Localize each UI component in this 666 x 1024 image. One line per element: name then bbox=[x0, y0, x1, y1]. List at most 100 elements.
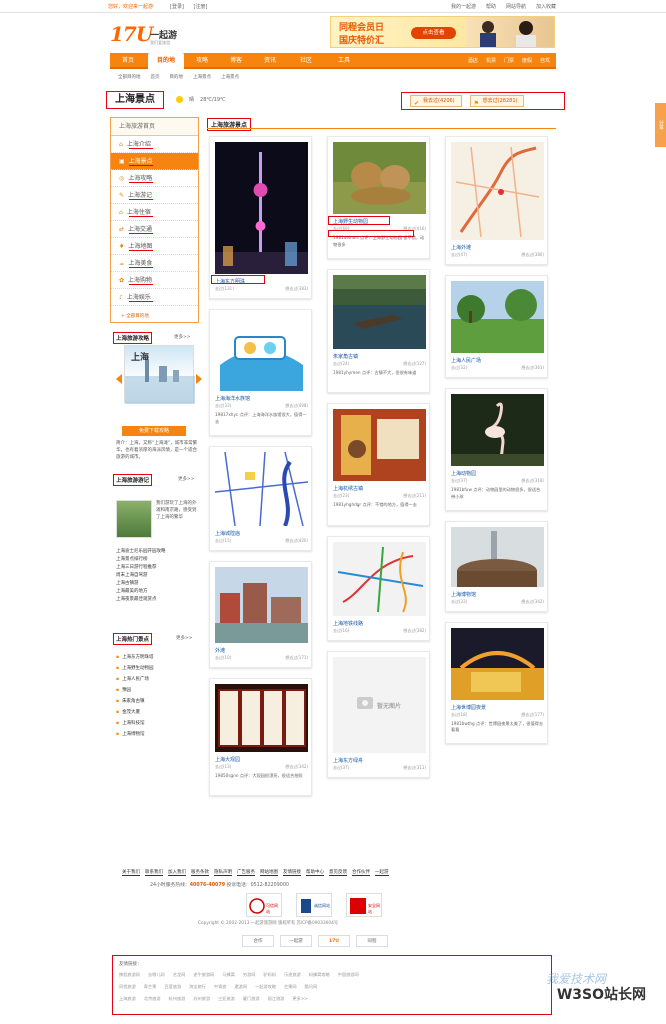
friend-link[interactable]: 同程旅游 bbox=[119, 984, 136, 990]
attraction-card[interactable]: 上海地铁线路 去过(16) 想去过(382) bbox=[327, 535, 430, 641]
attraction-name[interactable]: 上海大观园 bbox=[215, 756, 240, 763]
journal-more-link[interactable]: 更多>> bbox=[178, 476, 195, 482]
attraction-name[interactable]: 上海城隍庙 bbox=[215, 530, 240, 537]
hot-attraction-link[interactable]: 上海科技馆 bbox=[116, 718, 154, 729]
nav-right-vacation[interactable]: 度假 bbox=[522, 53, 532, 69]
footer-link[interactable]: 加入我们 bbox=[168, 869, 186, 876]
attraction-name[interactable]: 上海东方绿舟 bbox=[333, 757, 363, 764]
footer-link[interactable]: 广告服务 bbox=[237, 869, 255, 876]
attraction-card[interactable]: 上海城隍庙 去过(15) 想去过(420) bbox=[209, 445, 312, 551]
hot-attraction-link[interactable]: 上海博物馆 bbox=[116, 729, 154, 740]
nav-community[interactable]: 社区 bbox=[290, 53, 322, 69]
nav-guide[interactable]: 攻略 bbox=[188, 53, 216, 69]
breadcrumb-item[interactable]: 全部目的地 bbox=[118, 74, 141, 80]
partner-logo[interactable]: 17U bbox=[318, 935, 350, 947]
sidebar-item[interactable]: ⇄ 上海交通 bbox=[111, 221, 198, 238]
attraction-photo[interactable] bbox=[451, 526, 544, 587]
share-side-tab[interactable]: 分享 bbox=[655, 103, 666, 147]
journal-link[interactable]: 周末上海自驾游 bbox=[116, 572, 166, 580]
top-link-favorite[interactable]: 加入收藏 bbox=[536, 3, 556, 10]
partner-logo[interactable]: 一起游 bbox=[280, 935, 312, 947]
promo-button[interactable]: 点击查看 bbox=[411, 27, 456, 39]
attraction-card[interactable]: 上海世博园夜景 去过(18) 想去过(177) 1981bwthg 点评：世博园夜景太… bbox=[445, 621, 548, 744]
footer-link[interactable]: 服务条款 bbox=[191, 869, 209, 876]
friend-link[interactable]: 穷游网 bbox=[243, 972, 256, 978]
sidebar-head[interactable]: 上海旅游首页 bbox=[111, 118, 198, 136]
friend-link[interactable]: 遨游网 bbox=[234, 984, 247, 990]
breadcrumb-item[interactable]: 目的地 bbox=[170, 74, 184, 80]
friend-link[interactable]: 艺龙网 bbox=[173, 972, 186, 978]
friend-link[interactable]: 中国旅游网 bbox=[338, 972, 359, 978]
hot-attraction-link[interactable]: 上海东方明珠塔 bbox=[116, 652, 154, 663]
friend-link[interactable]: 杭州旅游 bbox=[169, 996, 186, 1002]
journal-feature[interactable]: 我们游玩了上海的外滩和南京路，感受到了上海的繁华 bbox=[156, 500, 198, 521]
attraction-photo[interactable]: 暂无图片 bbox=[333, 656, 426, 753]
hot-attraction-link[interactable]: 金茂大厦 bbox=[116, 707, 154, 718]
hot-attraction-link[interactable]: 朱家角古镇 bbox=[116, 696, 154, 707]
attraction-photo[interactable] bbox=[451, 281, 544, 353]
nav-right-ticket[interactable]: 门票 bbox=[504, 53, 514, 69]
friend-link[interactable]: 丽江旅游 bbox=[268, 996, 285, 1002]
friend-link[interactable]: 厦门旅游 bbox=[243, 996, 260, 1002]
hot-more-link[interactable]: 更多>> bbox=[176, 635, 193, 641]
friend-link[interactable]: 北京旅游 bbox=[144, 996, 161, 1002]
attraction-name[interactable]: 朱家角古镇 bbox=[333, 353, 358, 360]
sidebar-item[interactable]: ◎ 上海攻略 bbox=[111, 170, 198, 187]
footer-link[interactable]: 网站地图 bbox=[260, 869, 278, 876]
friend-link[interactable]: 苏州旅游 bbox=[193, 996, 210, 1002]
footer-link[interactable]: 意见反馈 bbox=[329, 869, 347, 876]
hot-attraction-link[interactable]: 上海野生动物园 bbox=[116, 663, 154, 674]
download-guide-button[interactable]: 免费下载攻略 bbox=[122, 426, 186, 436]
friend-link[interactable]: 乐途旅游 bbox=[284, 972, 301, 978]
attraction-photo[interactable] bbox=[451, 627, 544, 700]
nav-tools[interactable]: 工具 bbox=[328, 53, 360, 69]
nav-news[interactable]: 资讯 bbox=[256, 53, 284, 69]
attraction-card[interactable]: 上海大观园 去过(13) 想去过(342) 19850sgnn 点评：大观园很漂亮，很… bbox=[209, 677, 312, 796]
attraction-name[interactable]: 上海人民广场 bbox=[451, 357, 481, 364]
site-logo[interactable]: 17U 一起游 我们爱旅游 bbox=[110, 22, 190, 50]
sidebar-item[interactable]: ✿ 上海购物 bbox=[111, 272, 198, 289]
attraction-name[interactable]: 上海杭绣古镇 bbox=[333, 485, 363, 492]
nav-right-hotel[interactable]: 酒店 bbox=[468, 53, 478, 69]
attraction-name[interactable]: 上海地铁线路 bbox=[333, 620, 363, 627]
attraction-name[interactable]: 上海世博园夜景 bbox=[451, 704, 486, 711]
attraction-card[interactable]: 上海人民广场 去过(32) 想去过(361) bbox=[445, 275, 548, 378]
attraction-name[interactable]: 上海博物馆 bbox=[451, 591, 476, 598]
attraction-card[interactable]: 上海动物园 去过(37) 想去过(318) 1981bfuw 点评：动物园里的动物很多… bbox=[445, 388, 548, 511]
badge-secure[interactable]: 安全网站 bbox=[346, 893, 382, 917]
top-link-help[interactable]: 帮助 bbox=[486, 3, 496, 10]
sidebar-item[interactable]: ☕ 上海美食 bbox=[111, 255, 198, 272]
friend-link[interactable]: 芒果网 bbox=[284, 984, 297, 990]
attraction-name[interactable]: 上海外滩 bbox=[451, 244, 471, 251]
attraction-card[interactable]: 朱家角古镇 去过(24) 想去过(127) 1981yhymen 点评：古镇不大，但很… bbox=[327, 268, 430, 393]
friend-link[interactable]: 淘宝旅行 bbox=[189, 984, 206, 990]
journal-link[interactable]: 上海夜景最佳观赏点 bbox=[116, 596, 166, 604]
login-link[interactable]: [登录] bbox=[170, 4, 184, 10]
attraction-name[interactable]: 上海动物园 bbox=[451, 470, 476, 477]
attraction-card[interactable]: 上海外滩 去过(47) 想去过(380) bbox=[445, 136, 548, 265]
journal-thumb[interactable] bbox=[116, 500, 152, 538]
attraction-photo[interactable] bbox=[333, 274, 426, 349]
attraction-name[interactable]: 外滩 bbox=[215, 647, 225, 654]
attraction-photo[interactable] bbox=[451, 394, 544, 466]
nav-blog[interactable]: 博客 bbox=[222, 53, 250, 69]
footer-link[interactable]: 合作伙伴 bbox=[352, 869, 370, 876]
friend-link[interactable]: 上海旅游 bbox=[119, 996, 136, 1002]
footer-link[interactable]: 联系我们 bbox=[145, 869, 163, 876]
breadcrumb-item[interactable]: 上海景点 bbox=[193, 74, 211, 80]
register-link[interactable]: [注册] bbox=[194, 4, 208, 10]
attraction-card[interactable]: 上海海洋水族馆 去过(33) 想去过(498) 19817xhyc 点评：上海海洋水族… bbox=[209, 309, 312, 436]
footer-link[interactable]: 关于我们 bbox=[122, 869, 140, 876]
badge-trusted[interactable]: 可信网站 bbox=[246, 893, 282, 917]
friend-link[interactable]: 去哪儿网 bbox=[148, 972, 165, 978]
attraction-photo[interactable] bbox=[451, 142, 544, 240]
sidebar-item[interactable]: ✎ 上海游记 bbox=[111, 187, 198, 204]
attraction-photo[interactable] bbox=[333, 541, 426, 616]
journal-link[interactable]: 上海三日游行程推荐 bbox=[116, 564, 166, 572]
footer-link[interactable]: 友情链接 bbox=[283, 869, 301, 876]
promo-banner[interactable]: 同程会员日 国庆特价汇 点击查看 bbox=[330, 16, 555, 48]
attraction-photo[interactable] bbox=[215, 315, 308, 391]
friend-link[interactable]: 中青旅 bbox=[214, 984, 227, 990]
journal-link[interactable]: 上海景点排行榜 bbox=[116, 556, 166, 564]
friend-link[interactable]: 更多>> bbox=[292, 996, 307, 1002]
